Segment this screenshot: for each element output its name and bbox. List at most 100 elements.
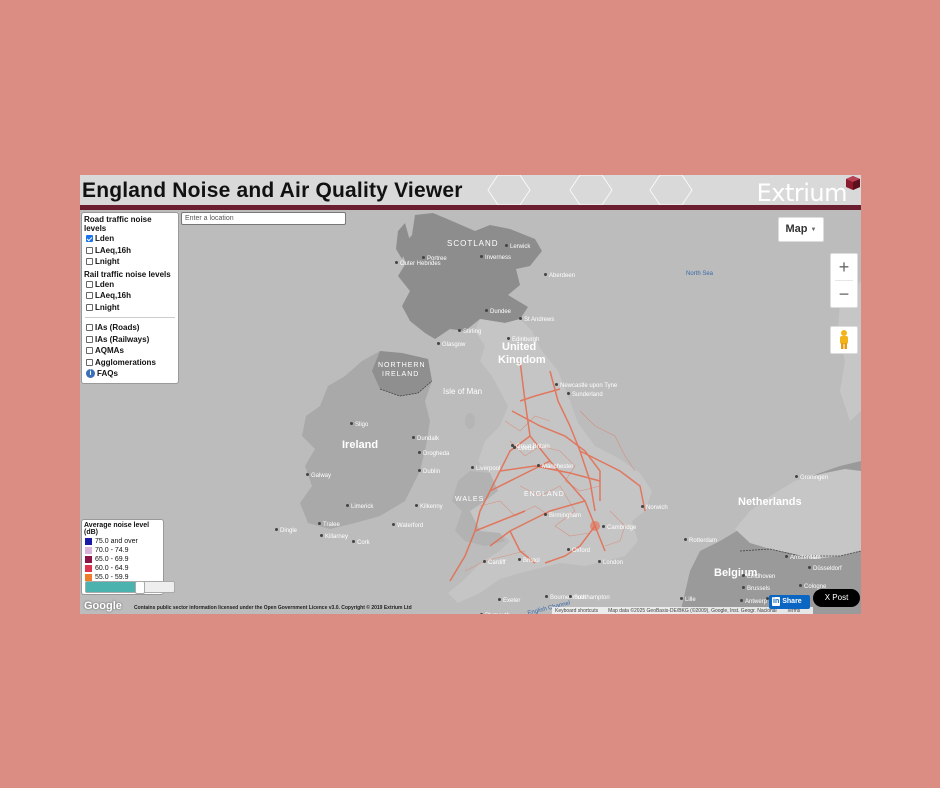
city-label: Aberdeen [544,273,575,279]
london-hotspot [590,521,600,531]
city-label: Outer Hebrides [395,261,441,267]
city-name: Exeter [503,598,521,604]
linkedin-share-button[interactable]: in Share [769,595,810,609]
x-logo-icon: X [824,593,831,602]
city-name: Lille [685,597,696,603]
city-dot [418,469,421,472]
divider [85,317,175,318]
city-name: Dingle [280,528,298,534]
zoom-in-button[interactable]: + [831,254,857,280]
city-label: Inverness [480,255,511,261]
city-dot [418,451,421,454]
info-icon: i [86,369,95,379]
city-dot [545,595,548,598]
city-label: Dingle [275,528,297,534]
ias-railways-checkbox[interactable] [86,335,93,343]
city-dot [742,574,745,577]
city-name: Edinburgh [512,337,540,343]
road-lnight-option[interactable]: Lnight [82,256,178,268]
road-heading: Road traffic noise levels [84,215,152,233]
city-label: Manchester [537,464,573,470]
ias-roads-option[interactable]: IAs (Roads) [82,322,178,334]
rail-laeq-checkbox[interactable] [86,292,93,300]
road-lnight-checkbox[interactable] [86,258,93,266]
ias-railways-option[interactable]: IAs (Railways) [82,334,178,346]
city-name: Glasgow [442,342,466,348]
rail-lnight-checkbox[interactable] [86,303,93,311]
road-laeq-option[interactable]: LAeq,16h [82,245,178,257]
city-name: Sunderland [572,392,603,398]
map-canvas[interactable]: SCOTLAND United Kingdom NORTHERN IRELAND… [80,211,861,614]
city-name: Bristol [523,558,540,564]
city-dot [511,444,514,447]
city-dot [352,540,355,543]
road-laeq-label: LAeq,16h [95,245,132,255]
city-name: Antwerp [745,599,768,605]
rail-lnight-label: Lnight [95,302,120,312]
city-dot [567,548,570,551]
aqmas-checkbox[interactable] [86,347,93,355]
street-view-pegman[interactable] [830,326,858,354]
ias-roads-checkbox[interactable] [86,324,93,332]
zoom-out-button[interactable]: − [831,281,857,307]
rail-laeq-option[interactable]: LAeq,16h [82,290,178,302]
aqmas-option[interactable]: AQMAs [82,345,178,357]
city-label: London [598,560,623,566]
rail-laeq-label: LAeq,16h [95,291,132,301]
city-dot [544,513,547,516]
pegman-icon [840,330,848,349]
city-label: Limerick [346,504,373,510]
city-name: Kilkenny [420,504,443,510]
location-search-input[interactable]: Enter a location [181,212,346,225]
city-label: Cork [352,540,370,546]
opacity-slider[interactable] [85,581,175,594]
city-dot [544,273,547,276]
city-label: Cardiff [483,560,506,566]
opacity-slider-handle[interactable] [134,581,145,594]
label-northern: NORTHERN [378,362,426,369]
road-lden-checkbox[interactable] [86,235,93,243]
app-header: England Noise and Air Quality Viewer Ext… [80,175,861,210]
legend-label: 70.0 - 74.9 [95,547,129,554]
city-dot [602,525,605,528]
map-type-label: Map [785,223,808,235]
rail-lden-option[interactable]: Lden [82,279,178,291]
city-dot [480,613,483,614]
zoom-control: + − [830,253,858,308]
city-dot [458,329,461,332]
road-lden-label: Lden [95,234,115,244]
city-label: Liverpool [471,466,500,472]
city-label: Sunderland [567,392,603,398]
city-label: Bristol [518,558,540,564]
city-label: Tralee [318,522,340,528]
city-dot [742,586,745,589]
aqmas-label: AQMAs [95,346,124,356]
legend-label: 55.0 - 59.9 [95,574,129,581]
x-post-button[interactable]: X Post [813,589,860,607]
faq-link[interactable]: i FAQs [82,368,178,380]
city-dot [306,473,309,476]
road-lden-option[interactable]: Lden [82,233,178,245]
keyboard-shortcuts-link[interactable]: Keyboard shortcuts [555,608,598,614]
map-type-dropdown[interactable]: Map ▼ [778,217,824,242]
city-label: Lille [680,597,696,603]
city-dot [785,555,788,558]
rail-lden-checkbox[interactable] [86,280,93,288]
rail-heading: Rail traffic noise levels [84,269,171,279]
rail-lnight-option[interactable]: Lnight [82,302,178,314]
agglomerations-option[interactable]: Agglomerations [82,357,178,369]
city-label: Great Britain [511,444,550,450]
city-name: Galway [311,473,332,479]
city-name: Cambridge [607,525,637,531]
city-name: Lerwick [510,244,531,250]
city-dot [740,599,743,602]
label-kingdom: Kingdom [498,354,546,366]
road-laeq-checkbox[interactable] [86,246,93,254]
city-label: Cambridge [602,525,636,531]
city-label: Dundalk [412,436,439,442]
city-dot [395,261,398,264]
city-name: Drogheda [423,451,450,457]
brand-logo-text: Extrium [756,179,848,207]
agglomerations-checkbox[interactable] [86,358,93,366]
label-isle-of-man: Isle of Man [443,387,483,396]
